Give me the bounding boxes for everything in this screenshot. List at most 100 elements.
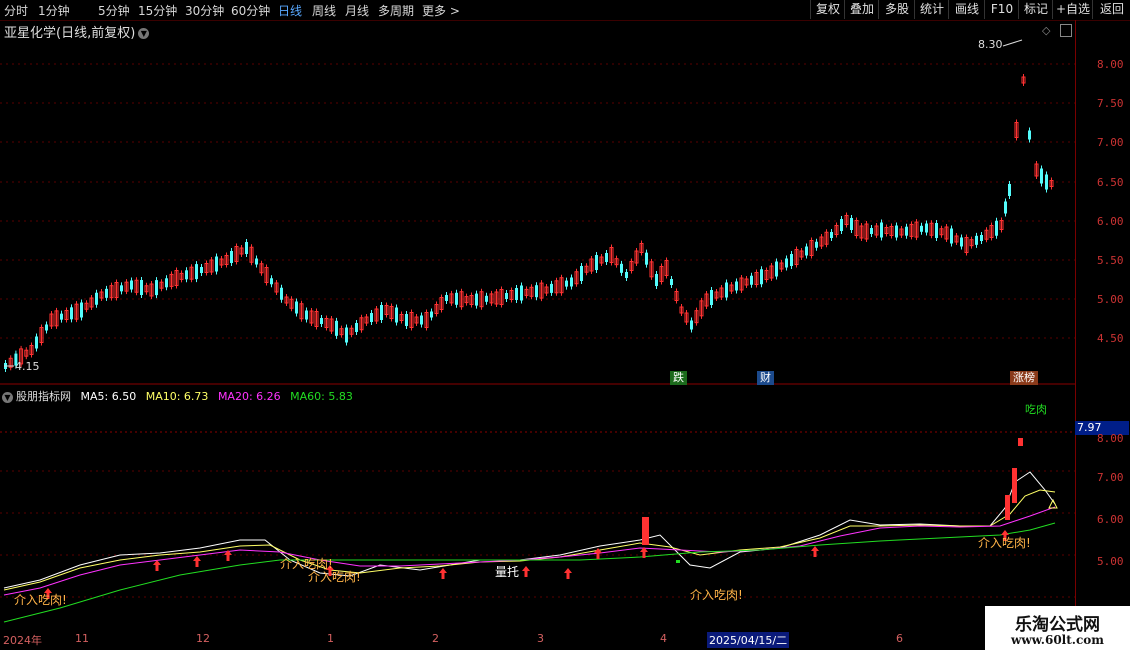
candle-body [430,311,433,318]
candle-body [550,283,553,293]
candle-body [455,292,458,305]
candle-body [105,288,108,298]
ind-y-tick: 7.00 [1097,471,1124,484]
tag-limit-up[interactable]: 涨榜 [1010,371,1038,385]
period-monthly[interactable]: 月线 [345,2,369,19]
candle-body [1045,174,1048,190]
candle-body [735,281,738,291]
candlesticks [4,74,1054,372]
candle-body [215,256,218,272]
period-5min[interactable]: 5分钟 [98,2,130,19]
candle-body [535,285,538,298]
f10-button[interactable]: F10 [984,0,1019,19]
add-watchlist-button[interactable]: +自选 [1052,0,1093,19]
signal-label: 量托 [495,565,520,579]
high-price-label: 8.30 [978,38,1003,51]
candle-body [370,313,373,322]
up-arrow-icon [564,568,572,579]
period-15min[interactable]: 15分钟 [138,2,177,19]
candle-body [670,279,673,285]
candle-body [925,223,928,233]
statistics-button[interactable]: 统计 [914,0,949,19]
period-toolbar: 分时 1分钟 5分钟 15分钟 30分钟 60分钟 日线 周线 月线 多周期 更… [0,0,1130,21]
ma10-value: MA10: 6.73 [145,390,209,403]
up-arrow-icon [153,560,161,571]
candle-body [280,287,283,300]
candle-body [595,255,598,270]
candle-body [255,258,258,265]
ind-y-tick: 6.00 [1097,513,1124,526]
period-weekly[interactable]: 周线 [312,2,336,19]
period-more[interactable]: 更多 > [422,2,460,19]
period-daily[interactable]: 日线 [278,2,302,19]
candle-body [1040,168,1043,184]
candle-body [1004,201,1007,214]
candle-body [565,280,568,287]
mark-button[interactable]: 标记 [1018,0,1053,19]
price-axis [1075,20,1130,632]
candle-body [155,280,158,296]
date-label: 1 [327,632,334,645]
y-tick: 8.00 [1097,58,1124,71]
candle-body [70,307,73,320]
candle-body [725,282,728,298]
up-arrow-icon [522,566,530,577]
candle-body [475,293,478,306]
chart-canvas [0,39,1075,623]
candle-body [625,272,628,278]
tag-fall[interactable]: 跌 [670,371,687,385]
candle-body [775,261,778,277]
overlay-button[interactable]: 叠加 [844,0,879,19]
period-30min[interactable]: 30分钟 [185,2,224,19]
candle-body [690,320,693,330]
candle-body [760,269,763,285]
candle-body [905,226,908,236]
candle-body [140,280,143,295]
restore-rights-button[interactable]: 复权 [810,0,845,19]
y-tick: 7.50 [1097,97,1124,110]
signal-label: 吃肉 [1025,403,1047,416]
candle-body [185,270,188,280]
tag-finance[interactable]: 财 [757,371,774,385]
candle-body [165,278,168,288]
indicator-bar [642,517,649,545]
period-fenshi[interactable]: 分时 [4,2,28,19]
candle-body [620,263,623,273]
candle-body [830,232,833,238]
candle-body [570,277,573,287]
up-arrow-icon [439,568,447,579]
grid-lines [0,63,1075,598]
candle-body [1008,184,1011,196]
chevron-down-icon[interactable]: ▼ [2,391,13,403]
candle-body [345,327,348,343]
signal-arrows [44,530,1009,599]
candle-body [645,252,648,265]
period-1min[interactable]: 1分钟 [38,2,70,19]
signal-label: 介入吃肉! [690,588,743,602]
y-tick: 6.50 [1097,176,1124,189]
candle-body [950,228,953,244]
candle-body [840,219,843,231]
candle-body [505,293,508,299]
y-tick: 4.50 [1097,332,1124,345]
candle-body [245,242,248,254]
period-60min[interactable]: 60分钟 [231,2,270,19]
date-label: 3 [537,632,544,645]
period-multi[interactable]: 多周期 [378,2,414,19]
candle-body [850,218,853,230]
signal-label: 介入吃肉! [978,536,1031,550]
candle-body [335,320,338,336]
draw-line-button[interactable]: 画线 [948,0,985,19]
candle-body [520,285,523,301]
back-button[interactable]: 返回 [1092,0,1130,19]
signal-label: 介入吃肉! [14,593,67,607]
candle-body [80,302,83,318]
candle-body [295,301,298,314]
multi-stock-button[interactable]: 多股 [878,0,915,19]
ma5-value: MA5: 6.50 [80,390,137,403]
indicator-name: 股朋指标网 [16,390,71,403]
signal-label: 介入吃肉! [308,570,361,584]
candle-body [380,305,383,320]
high-pointer [1002,39,1023,47]
candle-body [195,264,198,280]
